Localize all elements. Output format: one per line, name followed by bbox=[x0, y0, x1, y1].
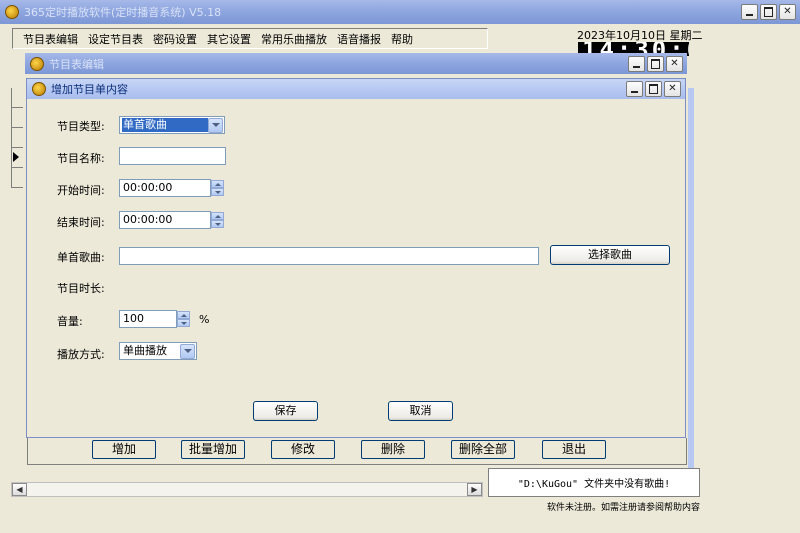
menu-common-music[interactable]: 常用乐曲播放 bbox=[261, 31, 327, 47]
scroll-left-icon[interactable]: ◀ bbox=[12, 483, 27, 496]
volume-label: 音量: bbox=[57, 315, 83, 328]
choose-song-button[interactable]: 选择歌曲 bbox=[550, 245, 670, 265]
spin-up-icon[interactable] bbox=[211, 212, 224, 220]
app-icon bbox=[5, 5, 19, 19]
close-icon[interactable]: ✕ bbox=[779, 4, 796, 20]
status-message: "D:\KuGou" 文件夹中没有歌曲! bbox=[488, 468, 700, 497]
end-label: 结束时间: bbox=[57, 216, 105, 229]
horizontal-scrollbar[interactable]: ◀ ▶ bbox=[11, 482, 483, 497]
menu-program-edit[interactable]: 节目表编辑 bbox=[23, 31, 78, 47]
maximize-icon[interactable] bbox=[760, 4, 777, 20]
dropdown-arrow-icon[interactable] bbox=[208, 117, 223, 133]
song-label: 单首歌曲: bbox=[57, 251, 105, 264]
duration-label: 节目时长: bbox=[57, 282, 105, 295]
play-mode-select[interactable]: 单曲播放 bbox=[119, 342, 197, 360]
add-button[interactable]: 增加 bbox=[92, 440, 156, 459]
program-type-select[interactable]: 单首歌曲 bbox=[119, 116, 225, 134]
date-label: 2023年10月10日 星期二 bbox=[577, 29, 703, 42]
cancel-button[interactable]: 取消 bbox=[388, 401, 453, 421]
register-note: 软件未注册。如需注册请参阅帮助内容 bbox=[547, 503, 701, 513]
editor-frame-edge bbox=[688, 88, 694, 468]
dialog-title: 增加节目单内容 bbox=[51, 83, 128, 96]
spin-down-icon[interactable] bbox=[177, 319, 190, 327]
menu-voice-broadcast[interactable]: 语音播报 bbox=[337, 31, 381, 47]
name-label: 节目名称: bbox=[57, 152, 105, 165]
song-path-input[interactable] bbox=[119, 247, 539, 265]
type-label: 节目类型: bbox=[57, 120, 105, 133]
dialog-app-icon bbox=[32, 82, 46, 96]
dialog-close-icon[interactable]: ✕ bbox=[664, 81, 681, 97]
program-table-rows bbox=[11, 88, 23, 188]
spin-down-icon[interactable] bbox=[211, 220, 224, 228]
editor-maximize-icon[interactable] bbox=[647, 55, 664, 72]
table-row[interactable] bbox=[12, 108, 23, 128]
start-time-input[interactable]: 00:00:00 bbox=[119, 179, 211, 197]
main-title: 365定时播放软件(定时播音系统) V5.18 bbox=[24, 6, 222, 19]
mode-label: 播放方式: bbox=[57, 348, 105, 361]
dropdown-arrow-icon[interactable] bbox=[180, 343, 195, 359]
menu-help[interactable]: 帮助 bbox=[391, 31, 413, 47]
delete-all-button[interactable]: 删除全部 bbox=[451, 440, 515, 459]
dialog-maximize-icon[interactable] bbox=[645, 81, 662, 97]
editor-app-icon bbox=[30, 56, 44, 71]
table-row[interactable] bbox=[12, 168, 23, 188]
end-time-input[interactable]: 00:00:00 bbox=[119, 211, 211, 229]
program-name-input[interactable] bbox=[119, 147, 226, 165]
editor-titlebar: 节目表编辑 ✕ bbox=[25, 53, 687, 74]
editor-title: 节目表编辑 bbox=[49, 57, 104, 71]
editor-close-icon[interactable]: ✕ bbox=[666, 55, 683, 72]
table-row[interactable] bbox=[12, 128, 23, 148]
menu-other-settings[interactable]: 其它设置 bbox=[207, 31, 251, 47]
start-label: 开始时间: bbox=[57, 184, 105, 197]
editor-minimize-icon[interactable] bbox=[628, 55, 645, 72]
spin-up-icon[interactable] bbox=[211, 180, 224, 188]
table-row[interactable] bbox=[12, 148, 23, 168]
scroll-right-icon[interactable]: ▶ bbox=[467, 483, 482, 496]
dialog-minimize-icon[interactable] bbox=[626, 81, 643, 97]
main-menubar: 节目表编辑 设定节目表 密码设置 其它设置 常用乐曲播放 语音播报 帮助 bbox=[12, 28, 488, 49]
save-button[interactable]: 保存 bbox=[253, 401, 318, 421]
batch-add-button[interactable]: 批量增加 bbox=[181, 440, 245, 459]
volume-input[interactable]: 100 bbox=[119, 310, 177, 328]
modify-button[interactable]: 修改 bbox=[271, 440, 335, 459]
end-time-spinner[interactable] bbox=[211, 212, 224, 228]
volume-unit: % bbox=[199, 313, 210, 326]
menu-set-program[interactable]: 设定节目表 bbox=[88, 31, 143, 47]
program-type-value: 单首歌曲 bbox=[122, 118, 208, 132]
spin-down-icon[interactable] bbox=[211, 188, 224, 196]
menu-password[interactable]: 密码设置 bbox=[153, 31, 197, 47]
dialog-titlebar: 增加节目单内容 ✕ bbox=[27, 79, 685, 99]
table-row[interactable] bbox=[12, 88, 23, 108]
volume-spinner[interactable] bbox=[177, 311, 190, 327]
row-pointer-icon bbox=[13, 152, 19, 162]
delete-button[interactable]: 删除 bbox=[361, 440, 425, 459]
spin-up-icon[interactable] bbox=[177, 311, 190, 319]
minimize-icon[interactable] bbox=[741, 4, 758, 20]
exit-button[interactable]: 退出 bbox=[542, 440, 606, 459]
play-mode-value: 单曲播放 bbox=[123, 344, 167, 357]
start-time-spinner[interactable] bbox=[211, 180, 224, 196]
main-titlebar: 365定时播放软件(定时播音系统) V5.18 ✕ bbox=[0, 0, 800, 24]
